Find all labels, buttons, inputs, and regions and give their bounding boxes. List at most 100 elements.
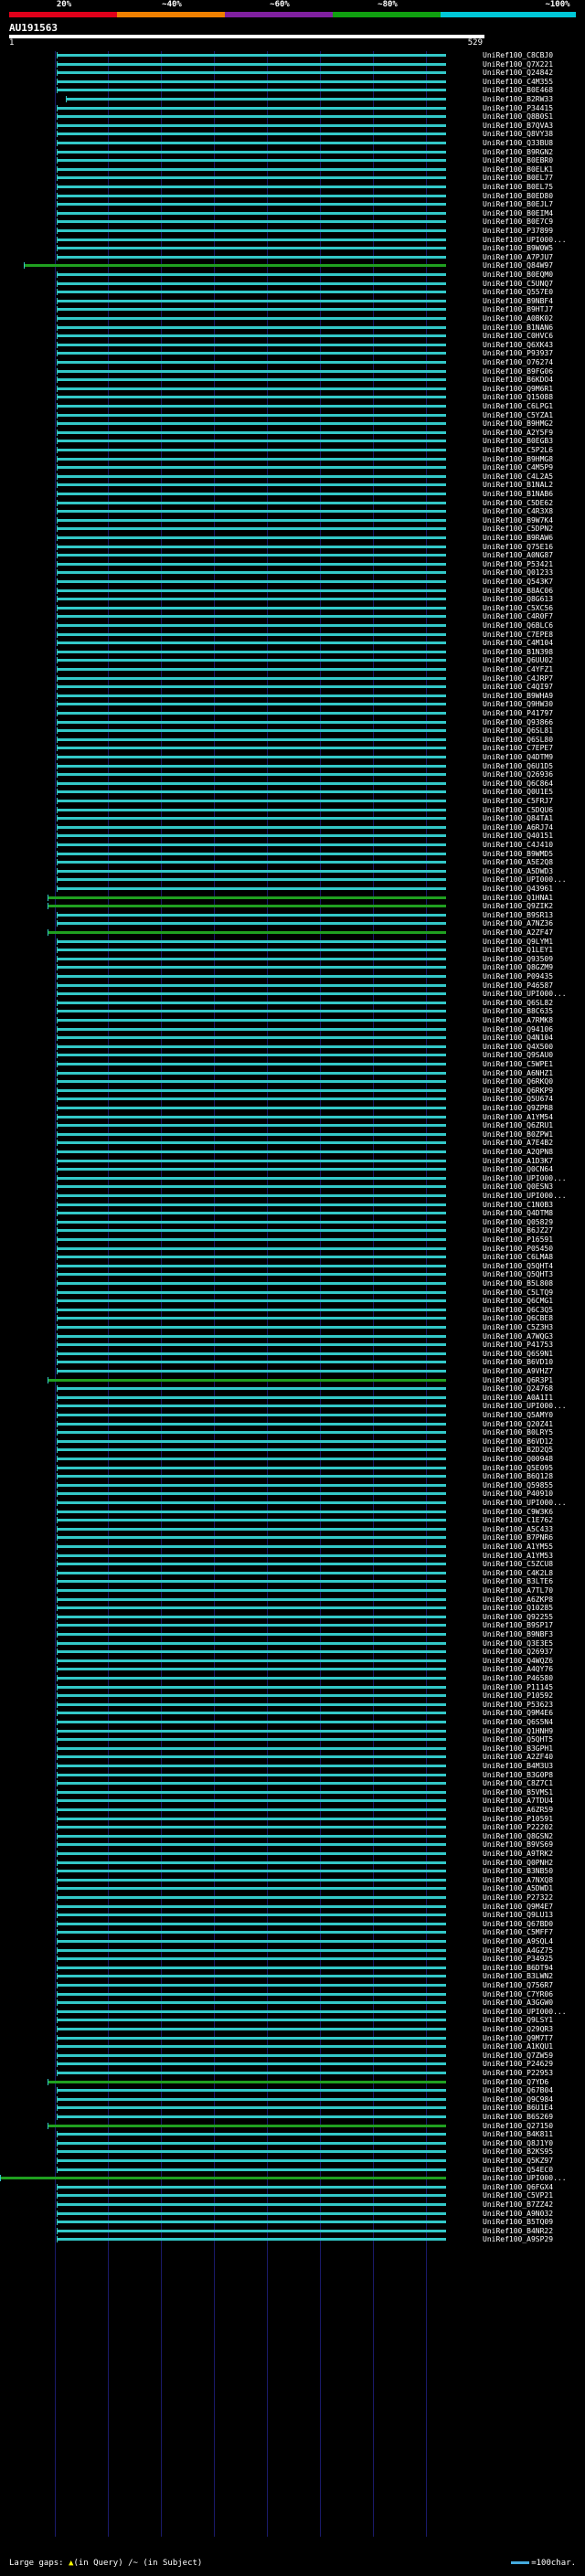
hit-label[interactable]: UniRef100_P41753 [483, 1341, 553, 1349]
hit-label[interactable]: UniRef100_Q8GSN2 [483, 1832, 553, 1840]
hit-bar[interactable] [57, 1194, 447, 1197]
hit-label[interactable]: UniRef100_Q9ZPR8 [483, 1104, 553, 1112]
hit-label[interactable]: UniRef100_P22202 [483, 1823, 553, 1831]
hit-label[interactable]: UniRef100_A1YM53 [483, 1552, 553, 1560]
hit-bar[interactable] [57, 1159, 447, 1162]
hit-label[interactable]: UniRef100_UPI000... [483, 1192, 567, 1200]
hit-bar[interactable] [57, 1527, 447, 1531]
hit-label[interactable]: UniRef100_A7NXQ8 [483, 1876, 553, 1884]
hit-label[interactable]: UniRef100_C6LMA8 [483, 1253, 553, 1261]
hit-label[interactable]: UniRef100_B6VD12 [483, 1437, 553, 1446]
hit-bar[interactable] [57, 878, 447, 882]
hit-bar[interactable] [57, 1010, 447, 1013]
hit-bar[interactable] [57, 685, 447, 689]
hit-label[interactable]: UniRef100_Q0CN64 [483, 1165, 553, 1173]
hit-label[interactable]: UniRef100_C5MFF7 [483, 1928, 553, 1936]
hit-bar[interactable] [57, 1966, 447, 1969]
hit-bar[interactable] [57, 510, 447, 514]
hit-label[interactable]: UniRef100_C1E762 [483, 1516, 553, 1524]
hit-bar[interactable] [57, 1860, 447, 1864]
hit-bar[interactable] [57, 790, 447, 794]
hit-bar[interactable] [57, 1492, 447, 1496]
hit-label[interactable]: UniRef100_Q0ESN3 [483, 1182, 553, 1191]
hit-label[interactable]: UniRef100_C5Z3H3 [483, 1323, 553, 1331]
hit-label[interactable]: UniRef100_P24629 [483, 2060, 553, 2068]
hit-label[interactable]: UniRef100_C4M5P9 [483, 463, 553, 472]
hit-label[interactable]: UniRef100_Q26937 [483, 1648, 553, 1656]
hit-bar[interactable] [57, 334, 447, 338]
hit-bar[interactable] [57, 176, 447, 180]
hit-bar[interactable] [57, 632, 447, 636]
hit-label[interactable]: UniRef100_P46580 [483, 1674, 553, 1682]
hit-label[interactable]: UniRef100_Q4DTM8 [483, 1209, 553, 1217]
hit-bar[interactable] [57, 247, 447, 250]
hit-bar[interactable] [57, 861, 447, 864]
hit-label[interactable]: UniRef100_Q93866 [483, 718, 553, 726]
hit-bar[interactable] [57, 939, 447, 943]
hit-label[interactable]: UniRef100_C4QI97 [483, 683, 553, 691]
hit-bar[interactable] [57, 703, 447, 706]
hit-label[interactable]: UniRef100_Q8G613 [483, 595, 553, 603]
hit-label[interactable]: UniRef100_B1NAL2 [483, 481, 553, 489]
hit-label[interactable]: UniRef100_Q4WQZ6 [483, 1657, 553, 1665]
hit-bar[interactable] [57, 1817, 447, 1820]
hit-bar[interactable] [57, 1948, 447, 1952]
hit-bar[interactable] [57, 2062, 447, 2066]
hit-bar[interactable] [57, 1931, 447, 1935]
hit-label[interactable]: UniRef100_B3G0P8 [483, 1771, 553, 1779]
hit-bar[interactable] [57, 167, 447, 171]
hit-bar[interactable] [57, 1080, 447, 1084]
hit-bar[interactable] [57, 1054, 447, 1057]
hit-label[interactable]: UniRef100_UPI000... [483, 875, 567, 884]
hit-label[interactable]: UniRef100_B6JZ27 [483, 1226, 553, 1235]
hit-label[interactable]: UniRef100_Q8VY38 [483, 130, 553, 138]
hit-label[interactable]: UniRef100_B9VS69 [483, 1840, 553, 1849]
hit-bar[interactable] [57, 1606, 447, 1610]
hit-label[interactable]: UniRef100_A1YM55 [483, 1542, 553, 1551]
hit-label[interactable]: UniRef100_Q93509 [483, 955, 553, 963]
hit-bar[interactable] [57, 606, 447, 610]
hit-label[interactable]: UniRef100_Q5QHT4 [483, 1262, 553, 1270]
hit-label[interactable]: UniRef100_UPI000... [483, 990, 567, 998]
hit-bar[interactable] [57, 1729, 447, 1733]
hit-label[interactable]: UniRef100_A4QY76 [483, 1665, 553, 1673]
hit-label[interactable]: UniRef100_Q6UU02 [483, 656, 553, 664]
hit-label[interactable]: UniRef100_B9SR13 [483, 911, 553, 919]
hit-label[interactable]: UniRef100_A9SP29 [483, 2235, 553, 2243]
hit-bar[interactable] [57, 668, 447, 671]
hit-label[interactable]: UniRef100_C5XC56 [483, 604, 553, 612]
hit-bar[interactable] [57, 1212, 447, 1215]
hit-bar[interactable] [57, 1141, 447, 1145]
hit-bar[interactable] [57, 1220, 447, 1224]
hit-bar[interactable] [57, 1431, 447, 1435]
hit-bar[interactable] [57, 2185, 447, 2189]
hit-label[interactable]: UniRef100_P27322 [483, 1893, 553, 1902]
hit-bar[interactable] [57, 1992, 447, 1996]
hit-label[interactable]: UniRef100_P09435 [483, 972, 553, 981]
hit-label[interactable]: UniRef100_C4L2A5 [483, 472, 553, 481]
hit-bar[interactable] [57, 1132, 447, 1136]
hit-bar[interactable] [57, 1782, 447, 1786]
hit-label[interactable]: UniRef100_C0HVC6 [483, 332, 553, 340]
hit-bar[interactable] [57, 1545, 447, 1548]
hit-bar[interactable] [57, 2097, 447, 2101]
hit-bar[interactable] [57, 800, 447, 802]
hit-label[interactable]: UniRef100_A5E2Q8 [483, 858, 553, 866]
hit-label[interactable]: UniRef100_C7EPE8 [483, 631, 553, 639]
hit-bar[interactable] [57, 2001, 447, 2005]
hit-bar[interactable] [57, 983, 447, 987]
hit-bar[interactable] [57, 1650, 447, 1654]
hit-bar[interactable] [57, 2106, 447, 2110]
hit-bar[interactable] [57, 843, 447, 846]
hit-label[interactable]: UniRef100_B5L808 [483, 1279, 553, 1288]
hit-bar[interactable] [57, 2159, 447, 2162]
hit-bar[interactable] [57, 2141, 447, 2145]
hit-bar[interactable] [57, 1975, 447, 1978]
hit-label[interactable]: UniRef100_C7EPE7 [483, 744, 553, 752]
hit-label[interactable]: UniRef100_B9RGN2 [483, 148, 553, 156]
hit-label[interactable]: UniRef100_B9HMG8 [483, 455, 553, 463]
hit-label[interactable]: UniRef100_Q20Z41 [483, 1420, 553, 1428]
hit-bar[interactable] [57, 1107, 447, 1109]
hit-bar[interactable] [57, 737, 447, 741]
hit-label[interactable]: UniRef100_Q54EC0 [483, 2166, 553, 2174]
